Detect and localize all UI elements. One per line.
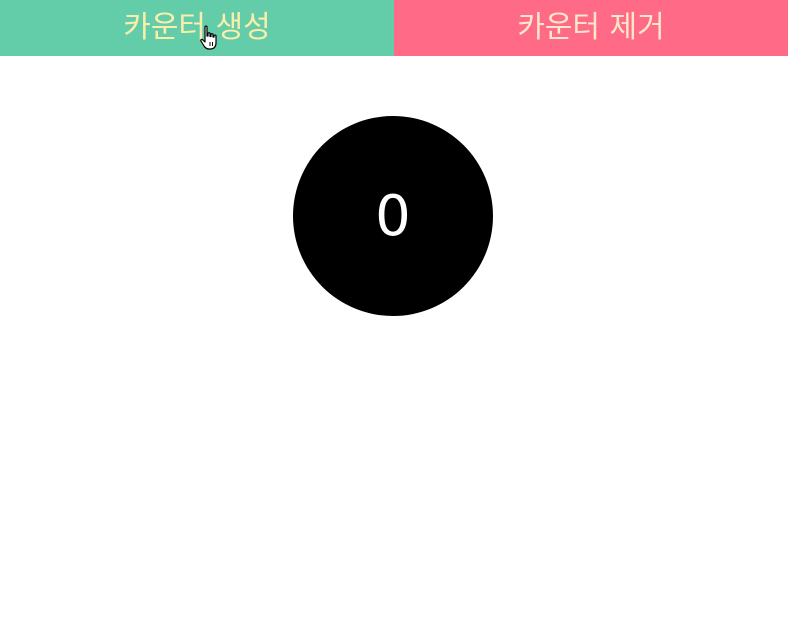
counter-value: 0	[375, 183, 411, 249]
counter-circle[interactable]: 0	[293, 116, 493, 316]
counter-list: 0	[0, 56, 788, 643]
create-counter-button[interactable]: 카운터 생성	[0, 0, 394, 56]
toolbar: 카운터 생성 카운터 제거	[0, 0, 788, 56]
remove-counter-button[interactable]: 카운터 제거	[394, 0, 788, 56]
